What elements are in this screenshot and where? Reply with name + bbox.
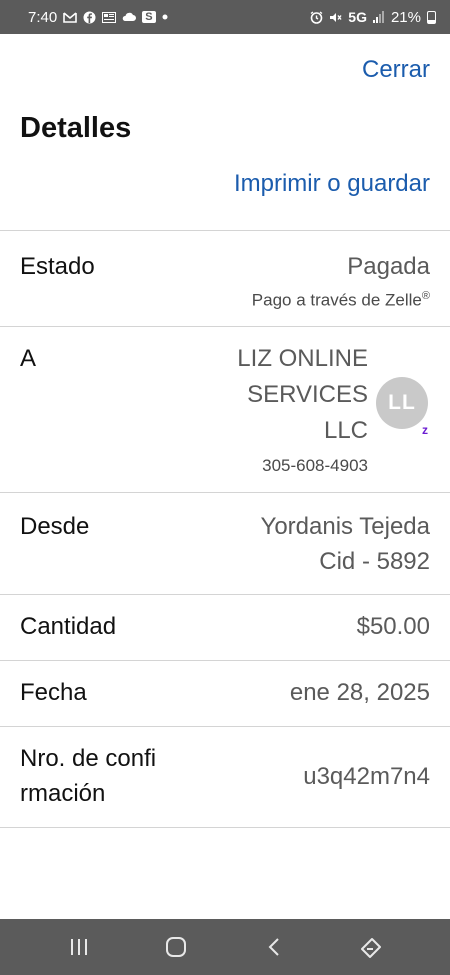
mute-icon [329, 11, 342, 24]
payment-method-text: Pago a través de Zelle [251, 290, 422, 310]
confirmation-label-line-1: Nro. de confi [20, 745, 157, 772]
navigation-bar [0, 919, 450, 975]
recipient-phone: 305-608-4903 [262, 456, 368, 475]
network-type: 5G [348, 9, 367, 25]
close-button[interactable]: Cerrar [362, 56, 430, 84]
cloud-icon [122, 12, 137, 22]
detail-row-recipient: A LIZ ONLINE SERVICES LLC 305-608-4903 L… [0, 326, 450, 492]
signal-icon [372, 11, 385, 23]
status-bar: 7:40 S 5G 21% [0, 0, 450, 34]
confirmation-value: u3q42m7n4 [303, 763, 430, 790]
alarm-icon [310, 10, 323, 24]
amount-label: Cantidad [20, 613, 117, 640]
battery-icon [427, 10, 436, 24]
news-icon [102, 11, 117, 23]
from-value: Yordanis Tejeda Cid - 5892 [261, 509, 430, 594]
status-right: 5G 21% [310, 9, 436, 26]
dot-icon [162, 14, 168, 20]
date-value: ene 28, 2025 [289, 679, 430, 706]
gmail-icon [63, 11, 78, 23]
from-label: Desde [20, 513, 90, 540]
from-value-line-1: Yordanis Tejeda [260, 513, 430, 540]
status-left: 7:40 S [28, 9, 168, 26]
detail-row-amount: Cantidad $50.00 [0, 594, 450, 660]
back-icon[interactable] [254, 927, 294, 967]
recipient-label: A [20, 345, 37, 372]
from-value-line-2: Cid - 5892 [319, 548, 430, 575]
recipient-name-line-1: LIZ ONLINE [237, 345, 368, 372]
confirmation-label: Nro. de confi rmación [20, 741, 200, 827]
avatar: LL [376, 377, 428, 429]
confirmation-label-line-2: rmación [20, 780, 106, 807]
detail-row-confirmation: Nro. de confi rmación u3q42m7n4 [0, 726, 450, 828]
status-value-group: Pagada Pago a través de Zelle® [252, 249, 430, 326]
keyboard-switch-icon[interactable] [351, 927, 391, 967]
status-time: 7:40 [28, 8, 58, 26]
status-label: Estado [20, 253, 95, 280]
detail-row-date: Fecha ene 28, 2025 [0, 660, 450, 726]
recipient-avatar-wrap: LL z [376, 377, 430, 437]
facebook-icon [83, 11, 96, 24]
detail-row-status: Estado Pagada Pago a través de Zelle® [0, 230, 450, 326]
status-value: Pagada [347, 253, 430, 280]
battery-percent: 21% [390, 8, 421, 26]
date-label: Fecha [20, 679, 87, 706]
print-or-save-button[interactable]: Imprimir o guardar [234, 170, 430, 198]
details-list: Estado Pagada Pago a través de Zelle® A … [0, 230, 450, 828]
recent-apps-icon[interactable] [59, 927, 99, 967]
page-title: Detalles [20, 112, 132, 144]
recipient-text: LIZ ONLINE SERVICES LLC 305-608-4903 [208, 341, 368, 483]
detail-row-from: Desde Yordanis Tejeda Cid - 5892 [0, 492, 450, 594]
recipient-group: LIZ ONLINE SERVICES LLC 305-608-4903 LL … [208, 341, 430, 492]
payment-method: Pago a través de Zelle® [252, 284, 430, 313]
registered-mark: ® [421, 290, 430, 302]
recipient-name-line-3: LLC [323, 417, 368, 444]
home-icon[interactable] [156, 927, 196, 967]
zelle-icon: z [422, 423, 428, 437]
s-app-icon: S [142, 11, 156, 23]
amount-value: $50.00 [356, 613, 430, 640]
recipient-name-line-2: SERVICES [247, 381, 368, 408]
